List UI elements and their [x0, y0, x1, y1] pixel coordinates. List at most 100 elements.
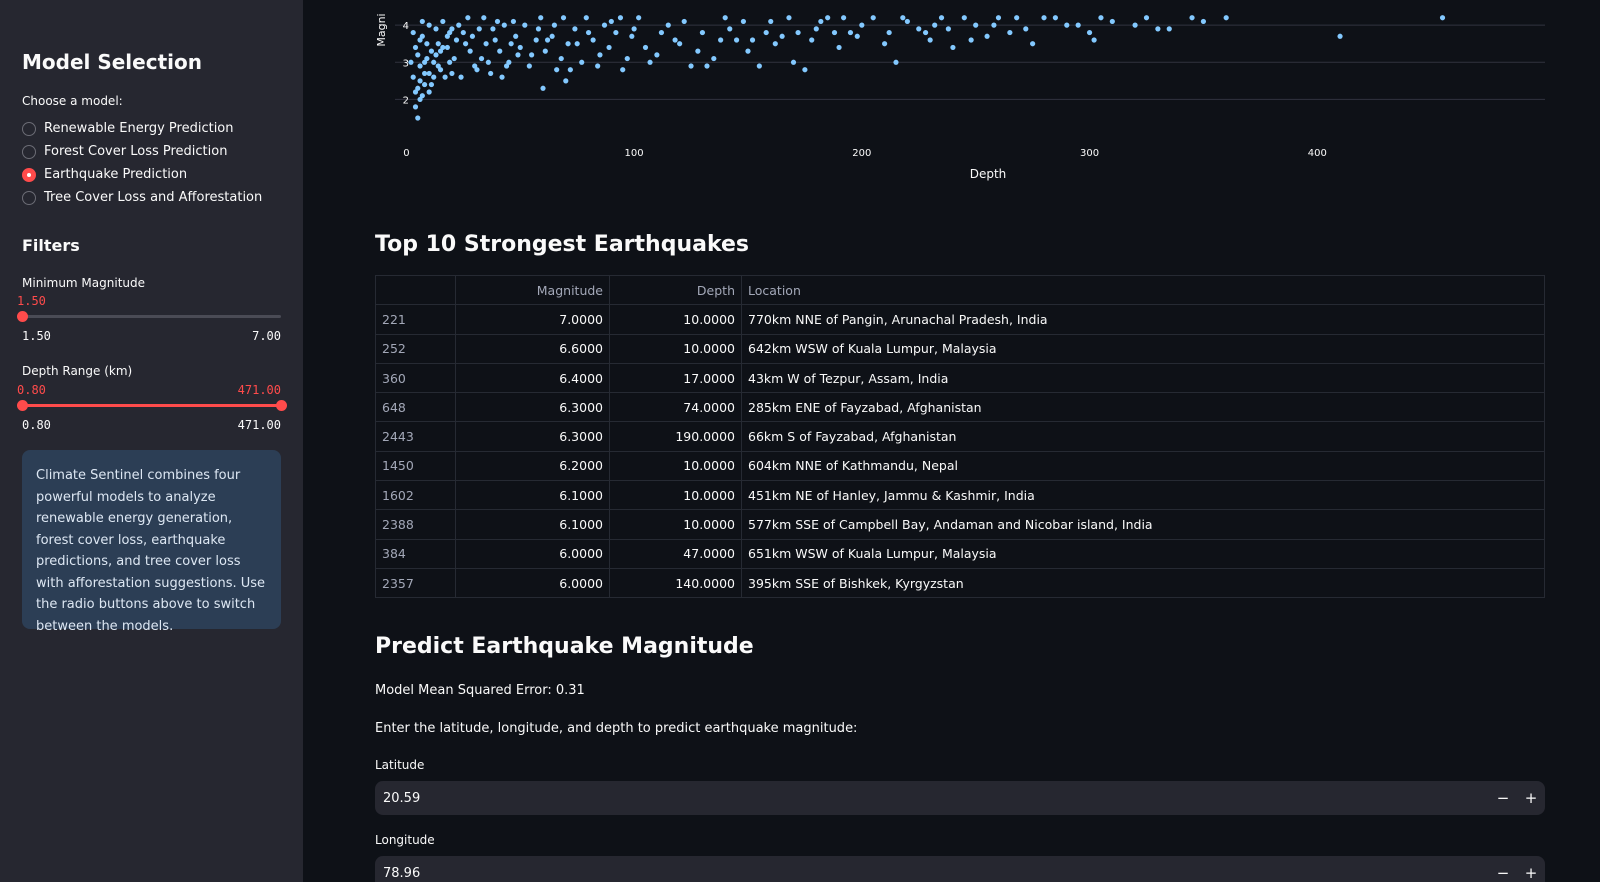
location-cell: 43km W of Tezpur, Assam, India — [741, 362, 1545, 394]
scatter-point — [501, 22, 507, 28]
scatter-point — [740, 18, 747, 25]
y-tick-label: 2 — [403, 95, 409, 106]
scatter-point — [535, 26, 542, 32]
column-header-magnitude[interactable]: Magnitude — [455, 274, 610, 306]
scatter-point — [681, 18, 687, 25]
scatter-point — [658, 29, 665, 36]
scatter-point — [428, 81, 435, 88]
latitude-decrement-button[interactable]: − — [1489, 789, 1517, 807]
radio-earthquake[interactable]: Earthquake Prediction — [22, 163, 262, 186]
column-header-location[interactable]: Location — [741, 274, 1545, 306]
depth-range-slider[interactable]: 0.80 471.00 0.80 471.00 — [17, 383, 287, 432]
row-index-cell: 252 — [375, 333, 456, 364]
radio-button-icon[interactable] — [22, 190, 36, 205]
radio-label: Forest Cover Loss Prediction — [44, 144, 228, 159]
model-radio-group: Renewable Energy Prediction Forest Cover… — [22, 117, 262, 209]
scatter-point — [433, 52, 439, 58]
scatter-point — [560, 15, 567, 21]
scatter-point — [517, 44, 523, 51]
scatter-point — [699, 29, 706, 36]
longitude-value[interactable]: 78.96 — [375, 866, 1489, 881]
scatter-point — [522, 22, 528, 28]
scatter-point — [984, 33, 990, 39]
magnitude-cell: 7.0000 — [455, 304, 610, 335]
row-index-cell: 648 — [375, 392, 456, 423]
slider-thumb-high[interactable] — [276, 400, 287, 411]
scatter-point — [433, 26, 439, 32]
scatter-point — [419, 33, 425, 39]
magnitude-cell: 6.1000 — [455, 480, 610, 511]
scatter-point — [597, 52, 603, 58]
radio-forest-cover-loss[interactable]: Forest Cover Loss Prediction — [22, 140, 262, 163]
slider-thumb-low[interactable] — [17, 400, 28, 411]
x-tick-label: 300 — [1080, 148, 1099, 159]
column-header-index[interactable] — [375, 274, 456, 306]
scatter-point — [916, 26, 922, 32]
location-cell: 577km SSE of Campbell Bay, Andaman and N… — [741, 509, 1545, 540]
scatter-point — [631, 26, 637, 32]
latitude-increment-button[interactable]: + — [1517, 789, 1545, 807]
scatter-point — [1223, 15, 1229, 21]
scatter-point — [447, 29, 453, 36]
scatter-point — [492, 37, 498, 43]
scatter-point — [510, 18, 517, 25]
table-row: 360 6.4000 17.0000 43km W of Tezpur, Assam,… — [375, 362, 1545, 394]
slider-low-value: 0.80 — [17, 383, 46, 397]
latitude-value[interactable]: 20.59 — [375, 791, 1489, 806]
scatter-point — [483, 41, 489, 47]
scatter-point — [476, 26, 482, 32]
latitude-input[interactable]: 20.59 − + — [375, 781, 1545, 815]
radio-button-icon[interactable] — [22, 144, 36, 159]
slider-max-label: 7.00 — [252, 329, 281, 343]
scatter-point — [458, 74, 464, 80]
radio-button-selected-icon[interactable] — [22, 167, 36, 182]
scatter-point — [485, 59, 491, 65]
radio-tree-cover-afforestation[interactable]: Tree Cover Loss and Afforestation — [22, 186, 262, 209]
longitude-input[interactable]: 78.96 − + — [375, 856, 1545, 882]
slider-thumb[interactable] — [17, 311, 28, 322]
scatter-point — [825, 15, 831, 21]
min-magnitude-slider[interactable]: 1.50 1.50 7.00 — [17, 294, 281, 343]
scatter-point — [795, 29, 801, 36]
scatter-point — [533, 37, 539, 43]
scatter-point — [435, 63, 441, 69]
scatter-point — [831, 29, 838, 36]
depth-magnitude-scatter-chart[interactable]: 2 3 4 0 100 200 300 400 Depth Magni — [375, 0, 1545, 212]
radio-renewable-energy[interactable]: Renewable Energy Prediction — [22, 117, 262, 140]
depth-cell: 140.0000 — [609, 567, 742, 599]
scatter-point — [629, 33, 635, 39]
magnitude-cell: 6.0000 — [455, 538, 610, 569]
radio-button-icon[interactable] — [22, 121, 36, 136]
scatter-point — [1041, 15, 1047, 21]
filters-title: Filters — [22, 236, 80, 255]
column-header-depth[interactable]: Depth — [609, 274, 742, 306]
scatter-point — [419, 93, 425, 99]
scatter-point — [412, 44, 419, 51]
longitude-increment-button[interactable]: + — [1517, 864, 1545, 882]
table-row: 2388 6.1000 10.0000 577km SSE of Campbell B… — [375, 509, 1545, 540]
location-cell: 395km SSE of Bishkek, Kyrgyzstan — [741, 567, 1545, 599]
row-index-cell: 2357 — [375, 567, 456, 599]
row-index-cell: 1602 — [375, 480, 456, 511]
scatter-point — [419, 18, 425, 25]
location-cell: 651km WSW of Kuala Lumpur, Malaysia — [741, 538, 1545, 569]
scatter-point — [1439, 15, 1446, 21]
table-row: 648 6.3000 74.0000 285km ENE of Fayzabad, A… — [375, 392, 1545, 423]
x-tick-label: 0 — [403, 148, 409, 159]
table-row: 1450 6.2000 10.0000 604km NNE of Kathmandu,… — [375, 450, 1545, 482]
magnitude-cell: 6.6000 — [455, 333, 610, 364]
scatter-point — [1091, 37, 1097, 43]
scatter-point — [1143, 15, 1150, 21]
slider-track[interactable] — [22, 315, 281, 318]
scatter-point — [572, 26, 578, 32]
longitude-decrement-button[interactable]: − — [1489, 864, 1517, 882]
scatter-point — [437, 48, 444, 54]
scatter-point — [772, 41, 778, 47]
depth-cell: 17.0000 — [609, 362, 742, 394]
scatter-point — [1014, 15, 1020, 21]
scatter-point — [426, 22, 432, 28]
scatter-point — [606, 44, 612, 51]
scatter-point — [481, 15, 487, 21]
top10-table[interactable]: Magnitude Depth Location 221 7.0000 10.000… — [375, 274, 1545, 599]
row-index-cell: 2388 — [375, 509, 456, 540]
